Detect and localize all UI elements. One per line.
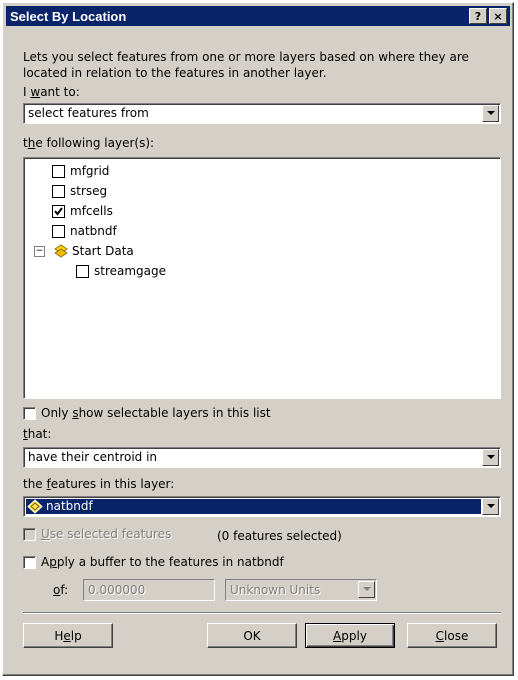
close-window-button[interactable]: × <box>489 8 507 24</box>
layer-checkbox[interactable] <box>76 265 89 278</box>
separator <box>23 612 501 614</box>
that-label: that: <box>23 427 52 441</box>
layer-label: mfcells <box>70 204 113 218</box>
checkmark-icon <box>54 207 63 216</box>
spatial-relationship-select[interactable]: have their centroid in <box>23 447 501 468</box>
ok-button[interactable]: OK <box>207 623 297 648</box>
apply-buffer-option[interactable]: Apply a buffer to the features in natbnd… <box>23 555 383 571</box>
layer-label: strseg <box>70 184 108 198</box>
buffer-of-label: of: <box>53 583 69 597</box>
source-layer-value: natbndf <box>46 499 93 513</box>
close-button[interactable]: Close <box>407 623 497 648</box>
group-item-start-data[interactable]: − Start Data <box>34 244 234 260</box>
buffer-units-value: Unknown Units <box>230 583 321 597</box>
chevron-down-icon[interactable] <box>482 105 499 122</box>
i-want-to-value: select features from <box>28 106 149 120</box>
layer-label: streamgage <box>94 264 167 278</box>
title-bar: Select By Location ? × <box>6 6 510 26</box>
help-button[interactable]: He lp <box>23 623 113 648</box>
dialog-description: Lets you select features from one or mor… <box>23 50 469 80</box>
buffer-distance-input[interactable]: 0.000000 <box>83 579 215 601</box>
layer-checkbox[interactable] <box>52 165 65 178</box>
select-by-location-dialog: Select By Location ? × Lets you select f… <box>2 2 514 676</box>
source-layer-selection: natbndf <box>26 499 481 514</box>
title-bar-buttons: ? × <box>469 8 507 24</box>
collapse-toggle-icon[interactable]: − <box>34 246 45 257</box>
polygon-layer-icon <box>27 499 43 514</box>
i-want-to-label: I want to: <box>23 85 80 99</box>
chevron-down-icon[interactable] <box>482 449 499 466</box>
chevron-down-icon[interactable] <box>358 581 375 598</box>
apply-buffer-label: Apply a buffer to the features in natbnd… <box>41 555 284 569</box>
spatial-relationship-value: have their centroid in <box>28 450 158 464</box>
i-want-to-select[interactable]: select features from <box>23 103 501 124</box>
only-selectable-option[interactable]: Only show selectable layers in this list <box>23 406 323 422</box>
buffer-distance-value: 0.000000 <box>88 583 146 597</box>
apply-button[interactable]: Apply <box>305 623 395 648</box>
only-selectable-checkbox[interactable] <box>23 407 36 420</box>
target-layers-list[interactable]: mfgrid strseg mfcells natbndf − Start Da… <box>23 157 501 399</box>
layer-checkbox[interactable] <box>52 225 65 238</box>
layer-checkbox[interactable] <box>52 185 65 198</box>
layer-checkbox-checked[interactable] <box>52 205 65 218</box>
source-layer-select[interactable]: natbndf <box>23 496 501 517</box>
use-selected-label: Use selected features <box>41 527 172 541</box>
layer-group-icon <box>54 244 68 258</box>
following-layers-label: the following layer(s): <box>23 136 155 150</box>
buffer-units-select[interactable]: Unknown Units <box>225 579 377 601</box>
only-selectable-label: Only show selectable layers in this list <box>41 406 271 420</box>
selected-count-text: (0 features selected) <box>217 529 342 543</box>
window-title: Select By Location <box>10 8 127 24</box>
layer-label: natbndf <box>70 224 117 238</box>
group-label: Start Data <box>72 244 134 258</box>
apply-buffer-checkbox[interactable] <box>23 556 36 569</box>
use-selected-option[interactable]: Use selected features <box>23 527 203 543</box>
features-layer-label: the features in this layer: <box>23 477 175 491</box>
chevron-down-icon[interactable] <box>482 498 499 515</box>
use-selected-checkbox[interactable] <box>23 528 36 541</box>
context-help-button[interactable]: ? <box>469 8 487 24</box>
layer-label: mfgrid <box>70 164 110 178</box>
